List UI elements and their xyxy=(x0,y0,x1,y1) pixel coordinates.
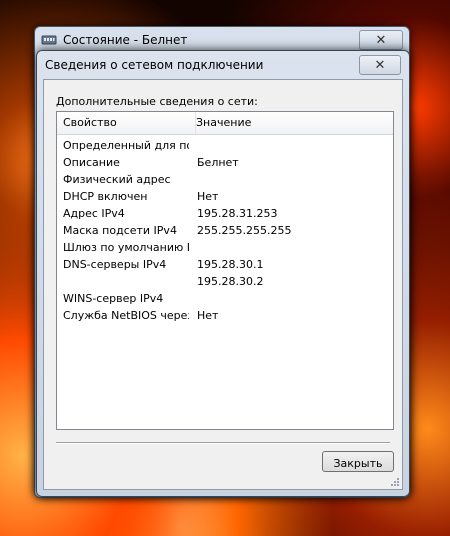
dialog-close-icon[interactable]: ✕ xyxy=(359,55,401,75)
table-row[interactable]: Шлюз по умолчанию IP... xyxy=(57,239,393,256)
table-row[interactable]: Служба NetBIOS через... Нет xyxy=(57,307,393,324)
listview-header: Свойство Значение xyxy=(57,112,393,135)
property-cell: Определенный для по... xyxy=(63,139,189,152)
property-cell: Служба NetBIOS через... xyxy=(63,309,189,322)
table-row[interactable]: DHCP включен Нет xyxy=(57,188,393,205)
value-cell: Белнет xyxy=(197,156,239,169)
table-row[interactable]: 195.28.30.2 xyxy=(57,273,393,290)
value-cell: 195.28.30.1 xyxy=(197,258,264,271)
property-cell: WINS-сервер IPv4 xyxy=(63,292,164,305)
value-cell: 255.255.255.255 xyxy=(197,224,292,237)
section-label: Дополнительные сведения о сети: xyxy=(56,95,258,108)
property-cell: Маска подсети IPv4 xyxy=(63,224,177,237)
property-cell: Физический адрес xyxy=(63,173,171,186)
close-button[interactable]: Закрыть xyxy=(322,451,394,472)
listview-body: Определенный для по... Описание Белнет Фи… xyxy=(57,137,393,324)
table-row[interactable]: WINS-сервер IPv4 xyxy=(57,290,393,307)
table-row[interactable]: Описание Белнет xyxy=(57,154,393,171)
dialog-title: Сведения о сетевом подключении xyxy=(45,58,264,72)
value-cell: Нет xyxy=(197,309,219,322)
table-row[interactable]: DNS-серверы IPv4 195.28.30.1 xyxy=(57,256,393,273)
value-cell: 195.28.30.2 xyxy=(197,275,264,288)
dialog-title-bar[interactable]: Сведения о сетевом подключении xyxy=(37,51,409,79)
table-row[interactable]: Физический адрес xyxy=(57,171,393,188)
property-cell: Описание xyxy=(63,156,120,169)
property-cell: DNS-серверы IPv4 xyxy=(63,258,167,271)
value-cell: Нет xyxy=(197,190,219,203)
table-row[interactable]: Адрес IPv4 195.28.31.253 xyxy=(57,205,393,222)
resize-grip-icon[interactable] xyxy=(390,477,400,487)
value-cell: 195.28.31.253 xyxy=(197,207,278,220)
property-cell: Адрес IPv4 xyxy=(63,207,125,220)
network-icon xyxy=(41,35,57,45)
table-row[interactable]: Маска подсети IPv4 255.255.255.255 xyxy=(57,222,393,239)
property-cell: DHCP включен xyxy=(63,190,148,203)
table-row[interactable]: Определенный для по... xyxy=(57,137,393,154)
dialog-client-area: Дополнительные сведения о сети: Свойство… xyxy=(43,79,403,490)
column-header-value[interactable]: Значение xyxy=(190,112,396,134)
column-header-property[interactable]: Свойство xyxy=(57,112,196,134)
details-listview[interactable]: Свойство Значение Определенный для по...… xyxy=(56,111,394,430)
background-window-title: Состояние - Белнет xyxy=(63,33,188,47)
separator-line xyxy=(56,442,390,444)
network-details-dialog: Сведения о сетевом подключении ✕ Дополни… xyxy=(36,50,410,497)
background-close-button[interactable]: ✕ xyxy=(359,30,403,50)
property-cell: Шлюз по умолчанию IP... xyxy=(63,241,189,254)
